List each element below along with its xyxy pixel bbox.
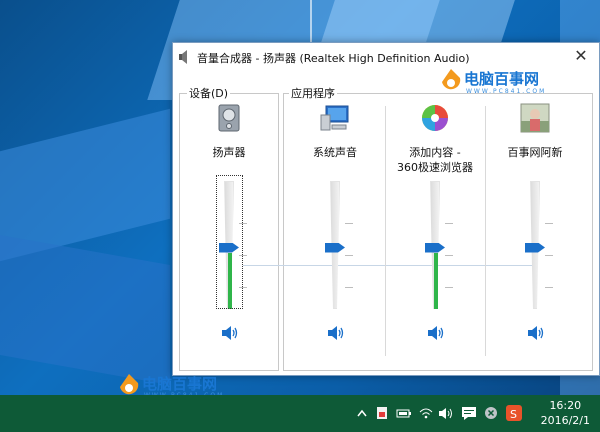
speaker-icon bbox=[179, 50, 187, 64]
slider-tick bbox=[545, 255, 553, 257]
slider-thumb[interactable] bbox=[325, 242, 345, 253]
volume-slider[interactable] bbox=[325, 181, 353, 309]
channel-app: 百事网阿新 bbox=[487, 103, 583, 363]
focus-indicator bbox=[216, 175, 243, 309]
column-separator bbox=[485, 106, 486, 356]
close-button[interactable]: ✕ bbox=[569, 45, 593, 67]
watermark-title: 电脑百事网 bbox=[464, 70, 540, 88]
volume-slider[interactable] bbox=[525, 181, 553, 309]
peak-meter bbox=[434, 252, 438, 309]
battery-icon[interactable] bbox=[396, 404, 412, 422]
slider-tick bbox=[345, 223, 353, 225]
slider-tick bbox=[545, 223, 553, 225]
channel-360-browser: 添加内容 - 360极速浏览器 bbox=[387, 103, 483, 363]
device-group-label: 设备(D) bbox=[187, 85, 231, 101]
notification-icon[interactable] bbox=[461, 404, 477, 422]
mute-speaker-icon[interactable] bbox=[221, 325, 239, 341]
chevron-up-icon[interactable] bbox=[356, 404, 368, 422]
app-tray-icon[interactable] bbox=[375, 404, 389, 422]
clock-date: 2016/2/1 bbox=[540, 414, 590, 427]
window-title: 音量合成器 - 扬声器 (Realtek High Definition Aud… bbox=[197, 52, 470, 65]
slider-tick bbox=[445, 223, 453, 225]
channel-label: 扬声器 bbox=[212, 146, 246, 159]
mute-speaker-icon[interactable] bbox=[427, 325, 445, 341]
taskbar: S 16:20 2016/2/1 bbox=[0, 395, 600, 432]
volume-slider[interactable] bbox=[425, 181, 453, 309]
wifi-icon[interactable] bbox=[418, 404, 434, 422]
close-circle-icon[interactable] bbox=[483, 404, 499, 422]
slider-thumb[interactable] bbox=[425, 242, 445, 253]
speaker-device-icon bbox=[218, 104, 240, 132]
system-clock[interactable]: 16:20 2016/2/1 bbox=[541, 398, 590, 428]
app-thumbnail-icon bbox=[520, 103, 550, 133]
svg-text:S: S bbox=[510, 408, 517, 421]
mute-speaker-icon[interactable] bbox=[327, 325, 345, 341]
browser-360-icon bbox=[422, 105, 448, 131]
watermark-title: 电脑百事网 bbox=[142, 375, 218, 393]
system-sounds-icon bbox=[320, 105, 349, 131]
watermark-logo-icon bbox=[442, 69, 461, 90]
slider-tick bbox=[445, 255, 453, 257]
channel-label: 系统声音 bbox=[313, 146, 357, 159]
channel-system-sounds: 系统声音 bbox=[287, 103, 383, 363]
slider-tick bbox=[345, 255, 353, 257]
clock-time: 16:20 bbox=[549, 399, 582, 412]
volume-icon[interactable] bbox=[438, 404, 454, 422]
slider-thumb[interactable] bbox=[525, 242, 545, 253]
watermark-url: WWW.PC841.COM bbox=[466, 88, 547, 95]
sogou-icon[interactable]: S bbox=[505, 404, 523, 422]
slider-tick bbox=[445, 287, 453, 289]
channel-label: 添加内容 - 360极速浏览器 bbox=[397, 146, 473, 174]
watermark-logo-icon bbox=[120, 374, 139, 395]
slider-tick bbox=[345, 287, 353, 289]
column-separator bbox=[385, 106, 386, 356]
applications-group-label: 应用程序 bbox=[289, 85, 337, 101]
mute-speaker-icon[interactable] bbox=[527, 325, 545, 341]
channel-label: 百事网阿新 bbox=[507, 146, 563, 159]
slider-tick bbox=[545, 287, 553, 289]
title-bar[interactable]: 音量合成器 - 扬声器 (Realtek High Definition Aud… bbox=[173, 43, 599, 71]
